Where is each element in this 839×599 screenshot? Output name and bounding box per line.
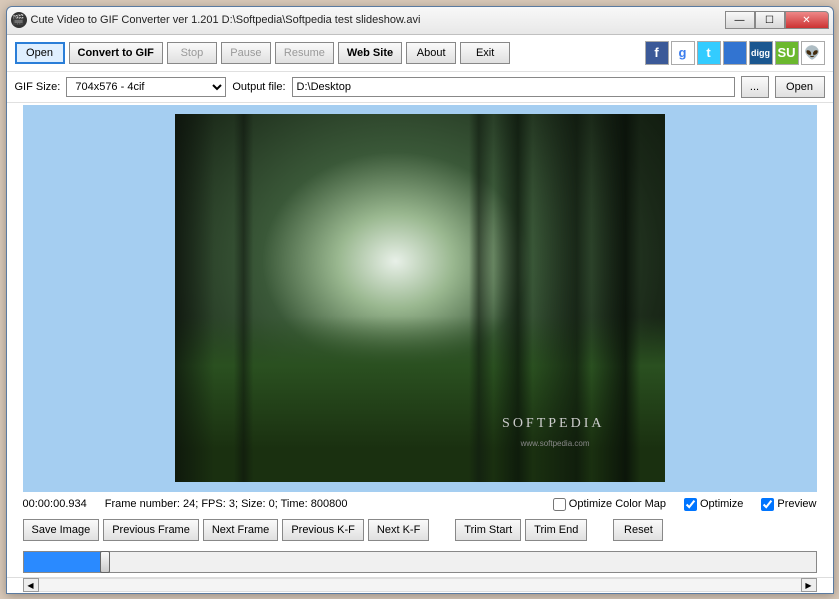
open-button[interactable]: Open [15, 42, 65, 64]
browse-button[interactable]: ... [741, 76, 769, 98]
timeline-thumb[interactable] [100, 551, 110, 573]
optimize-checkbox[interactable] [684, 498, 697, 511]
output-file-input[interactable] [292, 77, 735, 97]
optimize-label: Optimize [700, 498, 743, 510]
exit-button[interactable]: Exit [460, 42, 510, 64]
output-file-label: Output file: [232, 81, 285, 93]
watermark-url: www.softpedia.com [521, 439, 590, 448]
resume-button[interactable]: Resume [275, 42, 334, 64]
gif-size-label: GIF Size: [15, 81, 61, 93]
open-output-button[interactable]: Open [775, 76, 825, 98]
trim-start-button[interactable]: Trim Start [455, 519, 521, 541]
app-icon [11, 12, 27, 28]
minimize-button[interactable]: — [725, 11, 755, 29]
frame-info: Frame number: 24; FPS: 3; Size: 0; Time:… [105, 498, 348, 510]
optimize-colormap-checkbox[interactable] [553, 498, 566, 511]
preview-label: Preview [777, 498, 816, 510]
maximize-button[interactable]: ☐ [755, 11, 785, 29]
trim-end-button[interactable]: Trim End [525, 519, 587, 541]
scroll-track[interactable] [39, 578, 801, 592]
status-bar: 00:00:00.934 Frame number: 24; FPS: 3; S… [7, 494, 833, 515]
timeline-fill [24, 552, 104, 572]
previous-frame-button[interactable]: Previous Frame [103, 519, 199, 541]
preview-checkbox[interactable] [761, 498, 774, 511]
video-frame: SOFTPEDIA www.softpedia.com [175, 114, 665, 482]
optimize-colormap-check: Optimize Color Map [553, 498, 666, 511]
website-button[interactable]: Web Site [338, 42, 402, 64]
close-button[interactable]: ✕ [785, 11, 829, 29]
preview-check: Preview [761, 498, 816, 511]
optimize-colormap-label: Optimize Color Map [569, 498, 666, 510]
video-preview-area: SOFTPEDIA www.softpedia.com [23, 105, 817, 492]
next-keyframe-button[interactable]: Next K-F [368, 519, 429, 541]
timeline-slider-row [7, 545, 833, 577]
google-icon[interactable]: g [671, 41, 695, 65]
scroll-left-arrow[interactable]: ◀ [23, 578, 39, 592]
save-image-button[interactable]: Save Image [23, 519, 100, 541]
time-display: 00:00:00.934 [23, 498, 87, 510]
optimize-check: Optimize [684, 498, 743, 511]
digg-icon[interactable]: digg [749, 41, 773, 65]
frame-controls: Save Image Previous Frame Next Frame Pre… [7, 515, 833, 545]
delicious-icon[interactable] [723, 41, 747, 65]
app-window: Cute Video to GIF Converter ver 1.201 D:… [6, 6, 834, 594]
titlebar[interactable]: Cute Video to GIF Converter ver 1.201 D:… [7, 7, 833, 35]
reset-button[interactable]: Reset [613, 519, 663, 541]
about-button[interactable]: About [406, 42, 456, 64]
watermark-text: SOFTPEDIA [502, 416, 604, 432]
social-links: fgt diggSU👽 [645, 41, 825, 65]
options-toolbar: GIF Size: 704x576 - 4cif Output file: ..… [7, 72, 833, 103]
convert-button[interactable]: Convert to GIF [69, 42, 163, 64]
window-title: Cute Video to GIF Converter ver 1.201 D:… [31, 14, 725, 26]
scroll-right-arrow[interactable]: ▶ [801, 578, 817, 592]
window-controls: — ☐ ✕ [725, 11, 829, 29]
previous-keyframe-button[interactable]: Previous K-F [282, 519, 364, 541]
next-frame-button[interactable]: Next Frame [203, 519, 278, 541]
main-toolbar: Open Convert to GIF Stop Pause Resume We… [7, 35, 833, 72]
timeline-slider[interactable] [23, 551, 817, 573]
gif-size-select[interactable]: 704x576 - 4cif [66, 77, 226, 97]
twitter-icon[interactable]: t [697, 41, 721, 65]
horizontal-scrollbar[interactable]: ◀ ▶ [7, 577, 833, 593]
stop-button[interactable]: Stop [167, 42, 217, 64]
stumbleupon-icon[interactable]: SU [775, 41, 799, 65]
facebook-icon[interactable]: f [645, 41, 669, 65]
pause-button[interactable]: Pause [221, 42, 271, 64]
reddit-icon[interactable]: 👽 [801, 41, 825, 65]
